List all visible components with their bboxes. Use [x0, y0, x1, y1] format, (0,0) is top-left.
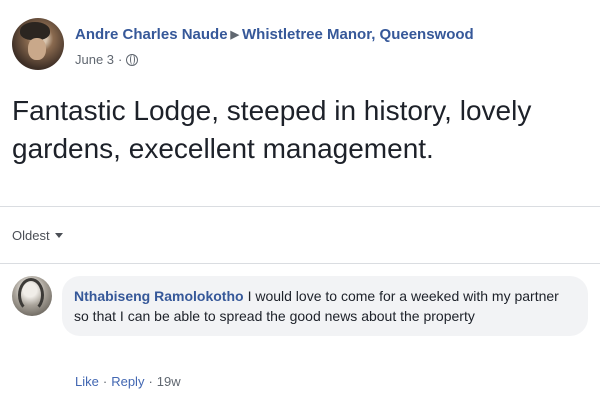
comment-age-link[interactable]: 19w — [157, 374, 181, 389]
comment-actions: Like · Reply · 19w — [75, 374, 181, 389]
meta-dot: · — [118, 52, 123, 67]
reply-button[interactable]: Reply — [111, 374, 144, 389]
comments-sort-dropdown[interactable]: Oldest — [12, 228, 63, 243]
post-meta: June 3 · — [75, 52, 139, 67]
caret-down-icon — [54, 233, 63, 238]
divider — [0, 263, 600, 264]
action-dot: · — [148, 374, 153, 389]
post-date-link[interactable]: June 3 — [75, 52, 114, 67]
sort-label: Oldest — [12, 228, 50, 243]
author-name-link[interactable]: Andre Charles Naude — [75, 26, 228, 43]
post-header: Andre Charles Naude ▶ Whistletree Manor, Q… — [75, 26, 474, 43]
globe-icon[interactable] — [126, 53, 139, 66]
place-name-link[interactable]: Whistletree Manor, Queenswood — [242, 26, 474, 43]
action-dot: · — [102, 374, 108, 389]
avatar-face-shape — [28, 38, 46, 60]
avatar-hair-shape — [18, 278, 44, 312]
divider — [0, 206, 600, 207]
triangle-right-icon: ▶ — [230, 29, 240, 41]
comment-bubble: Nthabiseng Ramolokotho I would love to co… — [62, 276, 588, 336]
post-text: Fantastic Lodge, steeped in history, lov… — [12, 95, 532, 164]
commenter-name-link[interactable]: Nthabiseng Ramolokotho — [74, 288, 244, 304]
commenter-avatar[interactable] — [12, 276, 52, 316]
author-avatar[interactable] — [12, 18, 64, 70]
like-button[interactable]: Like — [75, 374, 99, 389]
